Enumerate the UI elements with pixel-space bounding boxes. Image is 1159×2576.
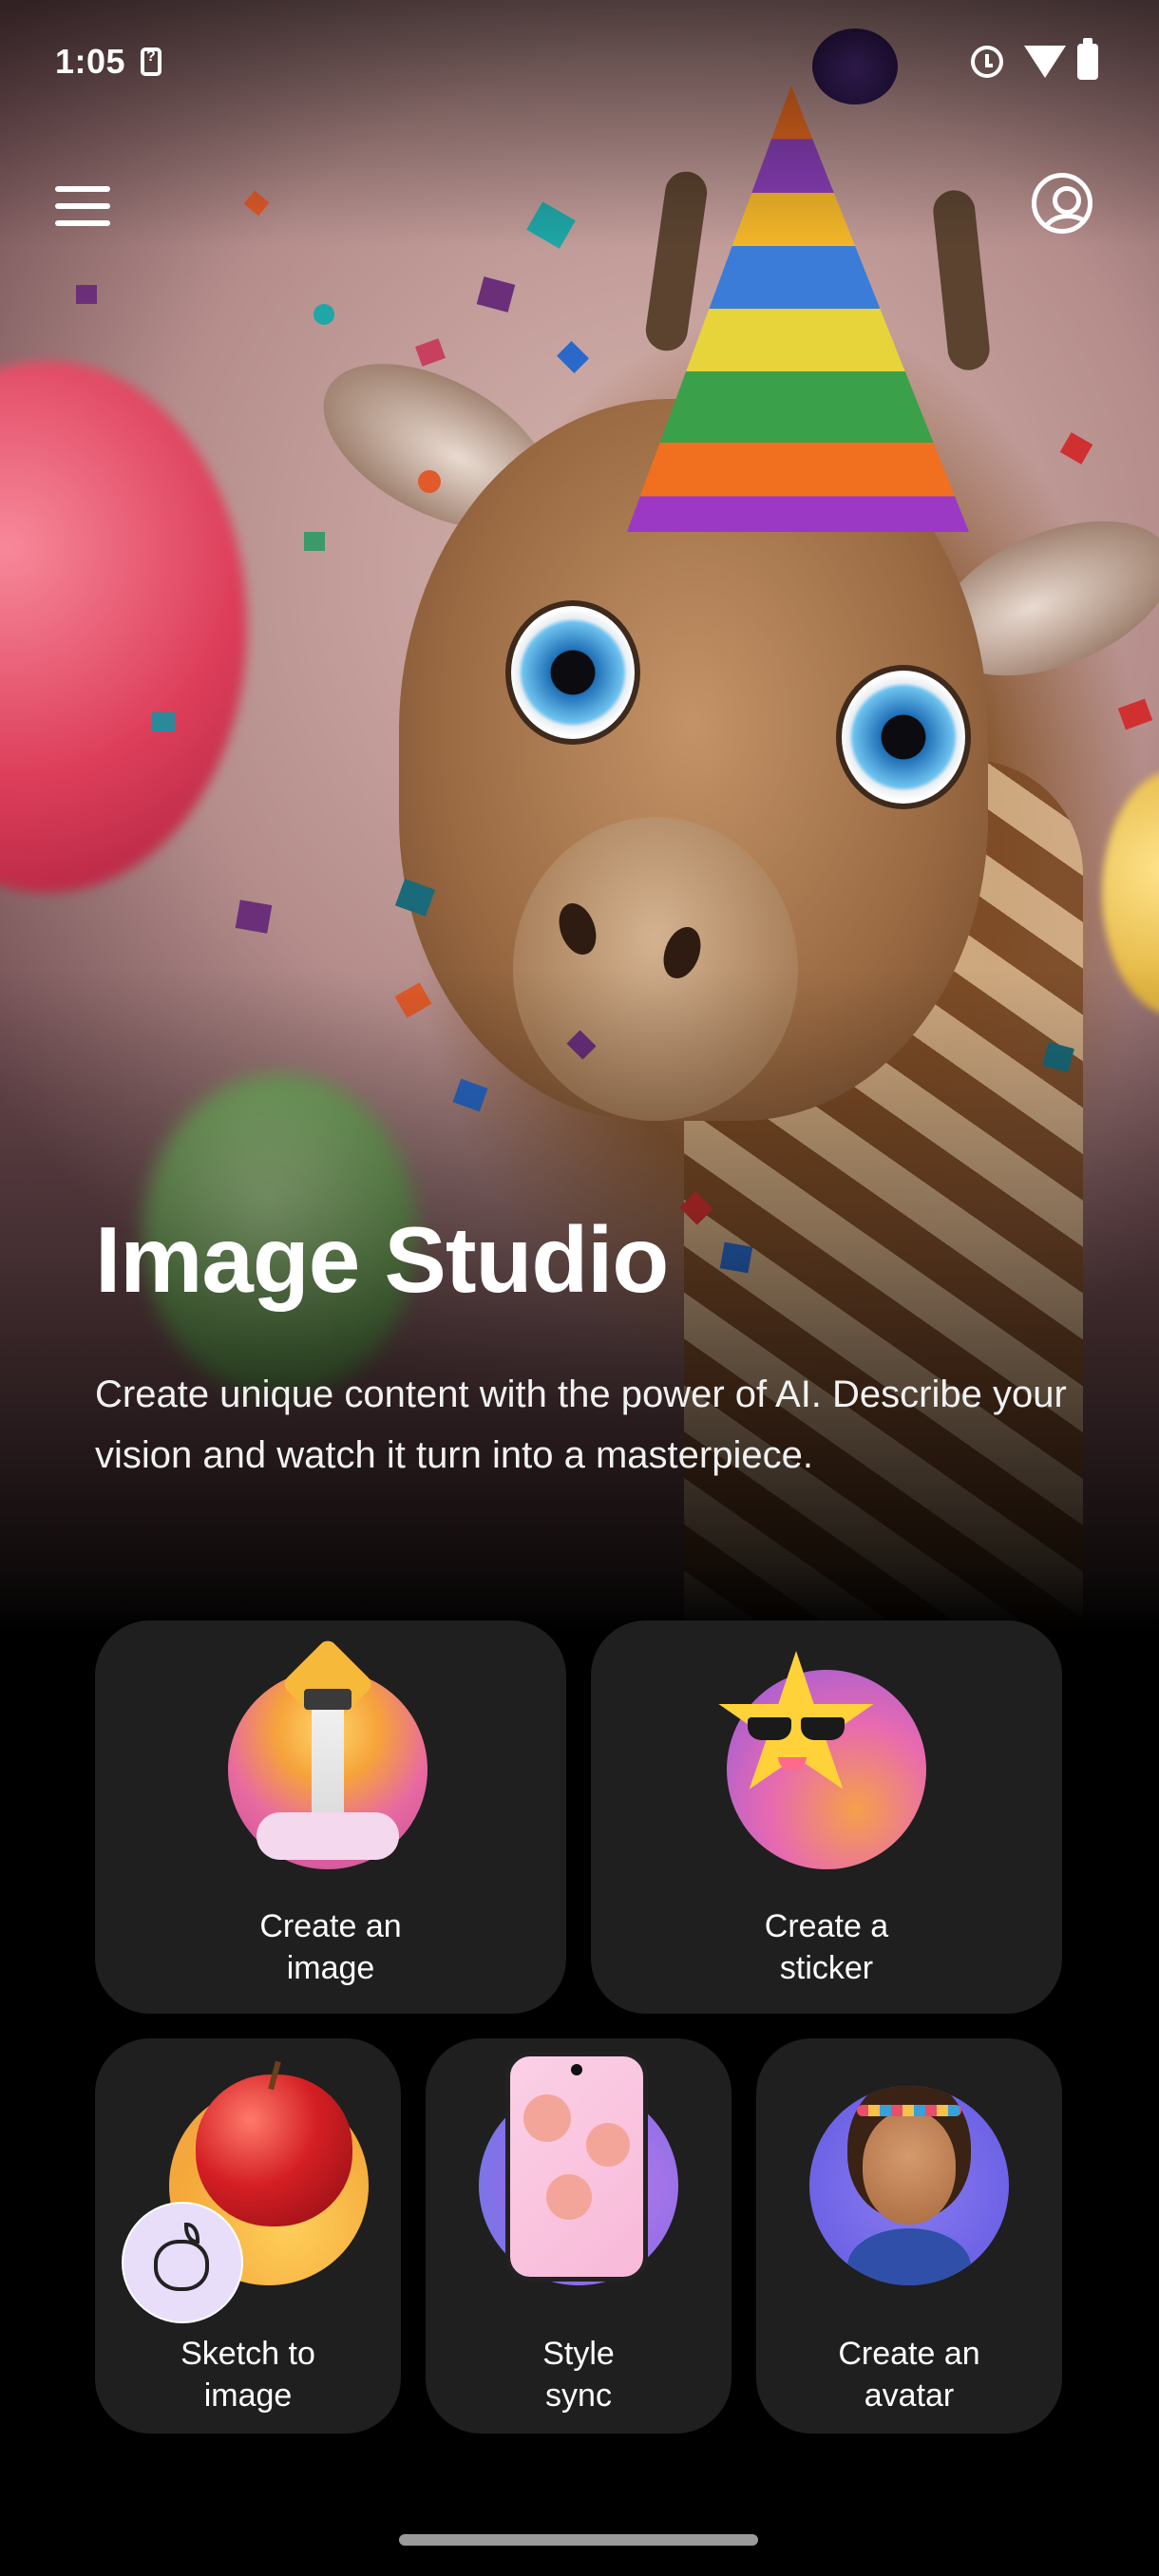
page-description: Create unique content with the power of … [95, 1373, 1067, 1476]
page-title: Image Studio [95, 1207, 669, 1312]
home-indicator[interactable] [399, 2534, 758, 2546]
create-sticker-card[interactable]: Create a sticker [591, 1620, 1062, 2014]
balloon-red [0, 361, 247, 893]
lighthouse-illustration [228, 1637, 428, 1869]
phone-illustration [479, 2052, 678, 2285]
create-image-label: Create an image [259, 1908, 402, 1986]
star-sunglasses-illustration [718, 1651, 926, 1869]
create-avatar-card[interactable]: Create an avatar [756, 2038, 1062, 2434]
style-sync-card[interactable]: Style sync [426, 2038, 732, 2434]
sketch-apple-icon [122, 2202, 243, 2323]
sketch-to-image-card[interactable]: Sketch to image [95, 2038, 401, 2434]
giraffe-eye-right [836, 665, 971, 809]
create-sticker-label: Create a sticker [764, 1908, 889, 1986]
menu-icon[interactable] [55, 186, 112, 228]
create-image-card[interactable]: Create an image [95, 1620, 566, 2014]
create-avatar-label: Create an avatar [838, 2336, 980, 2414]
sketch-to-image-label: Sketch to image [180, 2336, 315, 2414]
avatar-illustration [809, 2086, 1009, 2285]
giraffe-eye-left [505, 600, 640, 745]
wifi-icon [1024, 46, 1066, 78]
sim-question-icon [141, 47, 162, 76]
style-sync-label: Style sync [542, 2336, 615, 2414]
account-circle-icon[interactable] [1032, 173, 1092, 234]
battery-icon [1077, 38, 1098, 80]
alarm-icon [971, 46, 1003, 78]
status-bar: 1:05 [0, 0, 1159, 123]
status-time: 1:05 [55, 42, 126, 81]
